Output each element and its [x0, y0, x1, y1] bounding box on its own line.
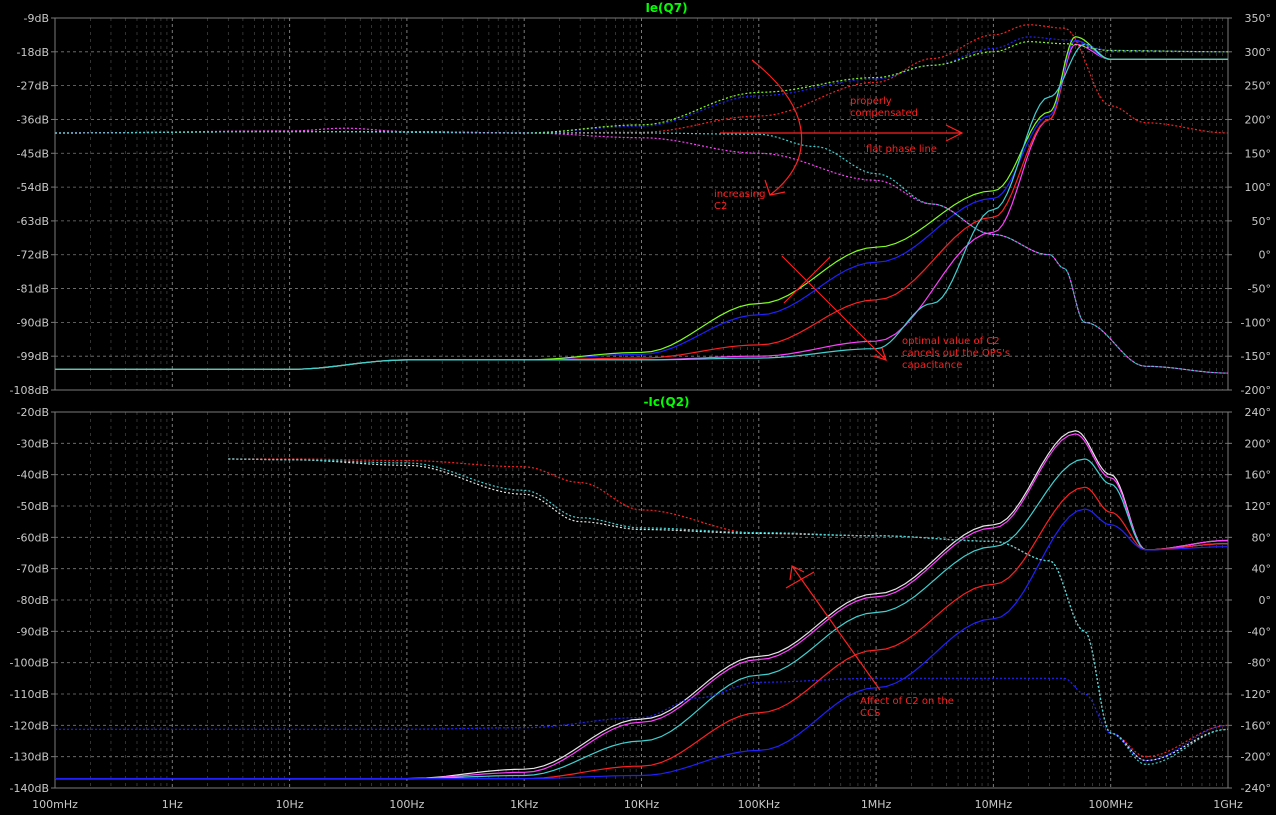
- y-left-tick-label: -18dB: [17, 46, 50, 59]
- x-tick-label: 100mHz: [32, 798, 78, 811]
- panel-title: -Ic(Q2): [643, 395, 689, 409]
- y-left-tick-label: -36dB: [17, 113, 50, 126]
- y-left-tick-label: -9dB: [24, 12, 50, 25]
- y-right-tick-label: 40°: [1252, 563, 1272, 576]
- x-tick-label: 10KHz: [624, 798, 659, 811]
- y-left-tick-label: -54dB: [17, 181, 50, 194]
- y-right-tick-label: 80°: [1252, 531, 1272, 544]
- x-tick-label: 1GHz: [1213, 798, 1243, 811]
- y-left-tick-label: -80dB: [17, 594, 50, 607]
- y-left-tick-label: -99dB: [17, 350, 50, 363]
- y-right-tick-label: 150°: [1245, 147, 1272, 160]
- y-right-tick-label: -80°: [1248, 657, 1271, 670]
- y-left-tick-label: -27dB: [17, 80, 50, 93]
- y-right-tick-label: 240°: [1245, 406, 1272, 419]
- y-left-tick-label: -100dB: [10, 657, 50, 670]
- y-left-tick-label: -140dB: [10, 782, 50, 795]
- x-tick-label: 10Hz: [276, 798, 304, 811]
- y-right-tick-label: 0°: [1259, 594, 1272, 607]
- x-tick-label: 1MHz: [861, 798, 892, 811]
- y-right-tick-label: -240°: [1241, 782, 1271, 795]
- annotation-text: flat phase line: [866, 144, 937, 155]
- y-left-tick-label: -20dB: [17, 406, 50, 419]
- y-right-tick-label: 100°: [1245, 181, 1272, 194]
- y-right-tick-label: 50°: [1252, 215, 1272, 228]
- x-tick-label: 100MHz: [1088, 798, 1133, 811]
- y-right-tick-label: -200°: [1241, 751, 1271, 764]
- y-right-tick-label: -150°: [1241, 350, 1271, 363]
- y-right-tick-label: 200°: [1245, 437, 1272, 450]
- x-tick-label: 100Hz: [389, 798, 424, 811]
- y-left-tick-label: -130dB: [10, 751, 50, 764]
- y-right-tick-label: -50°: [1248, 283, 1271, 296]
- y-right-tick-label: -120°: [1241, 688, 1271, 701]
- x-tick-label: 1KHz: [510, 798, 538, 811]
- y-right-tick-label: -160°: [1241, 719, 1271, 732]
- y-right-tick-label: 160°: [1245, 469, 1272, 482]
- y-left-tick-label: -70dB: [17, 563, 50, 576]
- y-left-tick-label: -110dB: [10, 688, 50, 701]
- y-right-tick-label: 200°: [1245, 113, 1272, 126]
- y-left-tick-label: -81dB: [17, 283, 50, 296]
- y-right-tick-label: 300°: [1245, 46, 1272, 59]
- y-left-tick-label: -45dB: [17, 147, 50, 160]
- y-right-tick-label: 0°: [1259, 249, 1272, 262]
- y-right-tick-label: -100°: [1241, 316, 1271, 329]
- y-left-tick-label: -63dB: [17, 215, 50, 228]
- y-right-tick-label: -200°: [1241, 384, 1271, 397]
- panel-title: Ie(Q7): [645, 1, 687, 15]
- y-left-tick-label: -90dB: [17, 316, 50, 329]
- y-left-tick-label: -120dB: [10, 719, 50, 732]
- y-left-tick-label: -40dB: [17, 469, 50, 482]
- x-tick-label: 100KHz: [738, 798, 780, 811]
- y-left-tick-label: -50dB: [17, 500, 50, 513]
- y-left-tick-label: -108dB: [10, 384, 50, 397]
- y-right-tick-label: 120°: [1245, 500, 1272, 513]
- y-right-tick-label: 250°: [1245, 80, 1272, 93]
- x-tick-label: 10MHz: [975, 798, 1013, 811]
- y-left-tick-label: -60dB: [17, 531, 50, 544]
- y-right-tick-label: -40°: [1248, 625, 1271, 638]
- x-tick-label: 1Hz: [162, 798, 183, 811]
- y-left-tick-label: -30dB: [17, 437, 50, 450]
- bode-plot: 100mHz 1Hz 10Hz 100Hz 1KHz 10KHz 100KHz 1MHz 10M…: [0, 0, 1276, 815]
- y-left-tick-label: -72dB: [17, 249, 50, 262]
- y-left-tick-label: -90dB: [17, 625, 50, 638]
- y-right-tick-label: 350°: [1245, 12, 1272, 25]
